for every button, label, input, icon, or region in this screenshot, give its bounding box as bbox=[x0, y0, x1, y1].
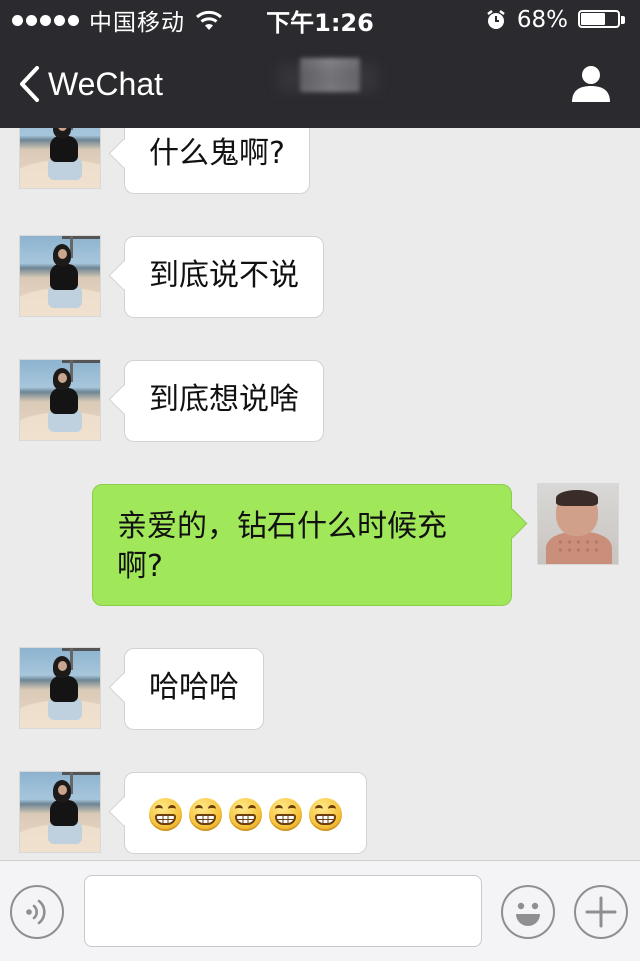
message-incoming: 什么鬼啊? bbox=[0, 128, 640, 194]
grin-emoji-icon bbox=[189, 798, 222, 831]
battery-percent: 68% bbox=[516, 7, 568, 33]
chat-area[interactable]: 什么鬼啊? 到底说不说 到底想说啥 亲爱的，钻石什么时候充 啊? 哈哈哈 bbox=[0, 128, 640, 860]
message-incoming: 到底说不说 bbox=[0, 236, 640, 318]
input-bar bbox=[0, 860, 640, 961]
back-chevron-icon bbox=[20, 66, 39, 102]
message-bubble[interactable]: 到底想说啥 bbox=[124, 360, 324, 442]
voice-icon bbox=[26, 899, 46, 925]
contact-avatar[interactable] bbox=[20, 772, 100, 852]
message-incoming bbox=[0, 772, 640, 854]
message-bubble[interactable]: 什么鬼啊? bbox=[124, 128, 310, 194]
message-incoming: 哈哈哈 bbox=[0, 648, 640, 730]
plus-icon bbox=[585, 896, 617, 928]
status-right: 68% bbox=[485, 0, 628, 40]
grin-emoji-icon bbox=[269, 798, 302, 831]
back-label: WeChat bbox=[48, 65, 164, 102]
grin-emoji-icon bbox=[309, 798, 342, 831]
status-bar: 中国移动 下午1:26 68% bbox=[0, 0, 640, 40]
my-avatar[interactable] bbox=[538, 484, 618, 564]
profile-icon[interactable] bbox=[570, 64, 612, 104]
message-text-line: 啊? bbox=[117, 549, 163, 584]
message-bubble[interactable]: 到底说不说 bbox=[124, 236, 324, 318]
message-incoming: 到底想说啥 bbox=[0, 360, 640, 442]
battery-icon bbox=[578, 9, 628, 31]
nav-bar: WeChat bbox=[0, 40, 640, 128]
back-button[interactable]: WeChat bbox=[18, 40, 163, 128]
message-text: 什么鬼啊? bbox=[149, 136, 285, 171]
message-outgoing: 亲爱的，钻石什么时候充 啊? bbox=[0, 484, 640, 606]
emoji-row bbox=[149, 792, 342, 831]
message-bubble-own[interactable]: 亲爱的，钻石什么时候充 啊? bbox=[92, 484, 512, 606]
message-text: 到底想说啥 bbox=[149, 382, 299, 417]
contact-avatar[interactable] bbox=[20, 128, 100, 188]
emoji-icon bbox=[516, 902, 540, 926]
message-text: 哈哈哈 bbox=[149, 670, 239, 705]
grin-emoji-icon bbox=[149, 798, 182, 831]
message-bubble[interactable]: 哈哈哈 bbox=[124, 648, 264, 730]
contact-avatar[interactable] bbox=[20, 648, 100, 728]
alarm-icon bbox=[487, 10, 505, 29]
message-text: 到底说不说 bbox=[149, 258, 299, 293]
contact-avatar[interactable] bbox=[20, 360, 100, 440]
message-text-line: 亲爱的，钻石什么时候充 bbox=[117, 509, 447, 544]
message-input[interactable] bbox=[84, 875, 482, 947]
more-button[interactable] bbox=[574, 885, 628, 939]
contact-avatar[interactable] bbox=[20, 236, 100, 316]
voice-button[interactable] bbox=[10, 885, 64, 939]
message-bubble[interactable] bbox=[124, 772, 367, 854]
emoji-button[interactable] bbox=[501, 885, 555, 939]
chat-title-obscured bbox=[300, 58, 360, 92]
grin-emoji-icon bbox=[229, 798, 262, 831]
